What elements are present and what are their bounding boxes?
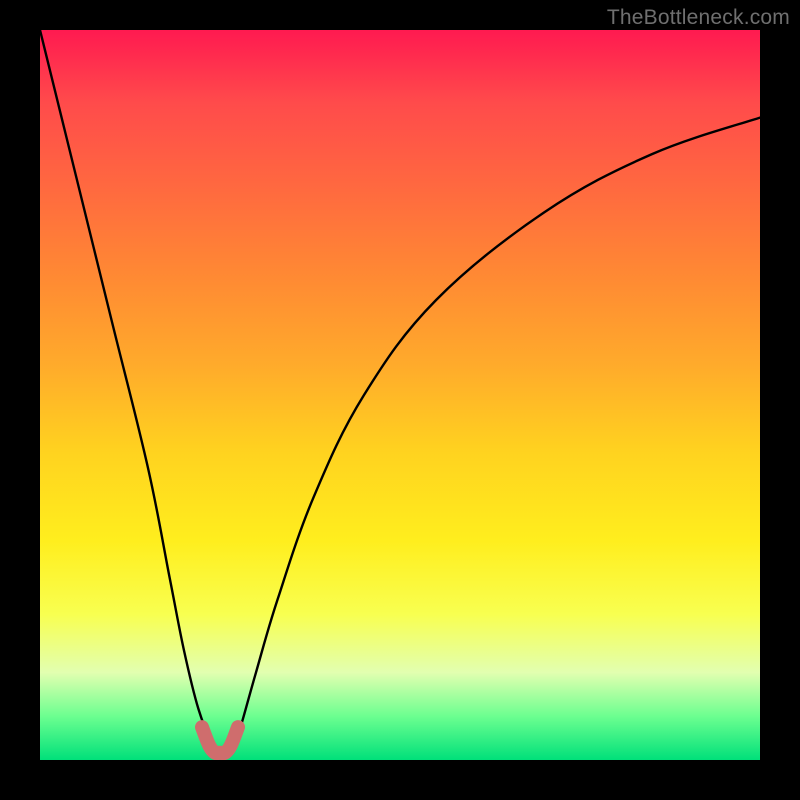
watermark-label: TheBottleneck.com: [607, 6, 790, 30]
bottleneck-curve: [40, 30, 760, 754]
plot-area: [40, 30, 760, 760]
curve-layer: [40, 30, 760, 760]
valley-highlight: [202, 727, 238, 753]
chart-frame: TheBottleneck.com: [0, 0, 800, 800]
